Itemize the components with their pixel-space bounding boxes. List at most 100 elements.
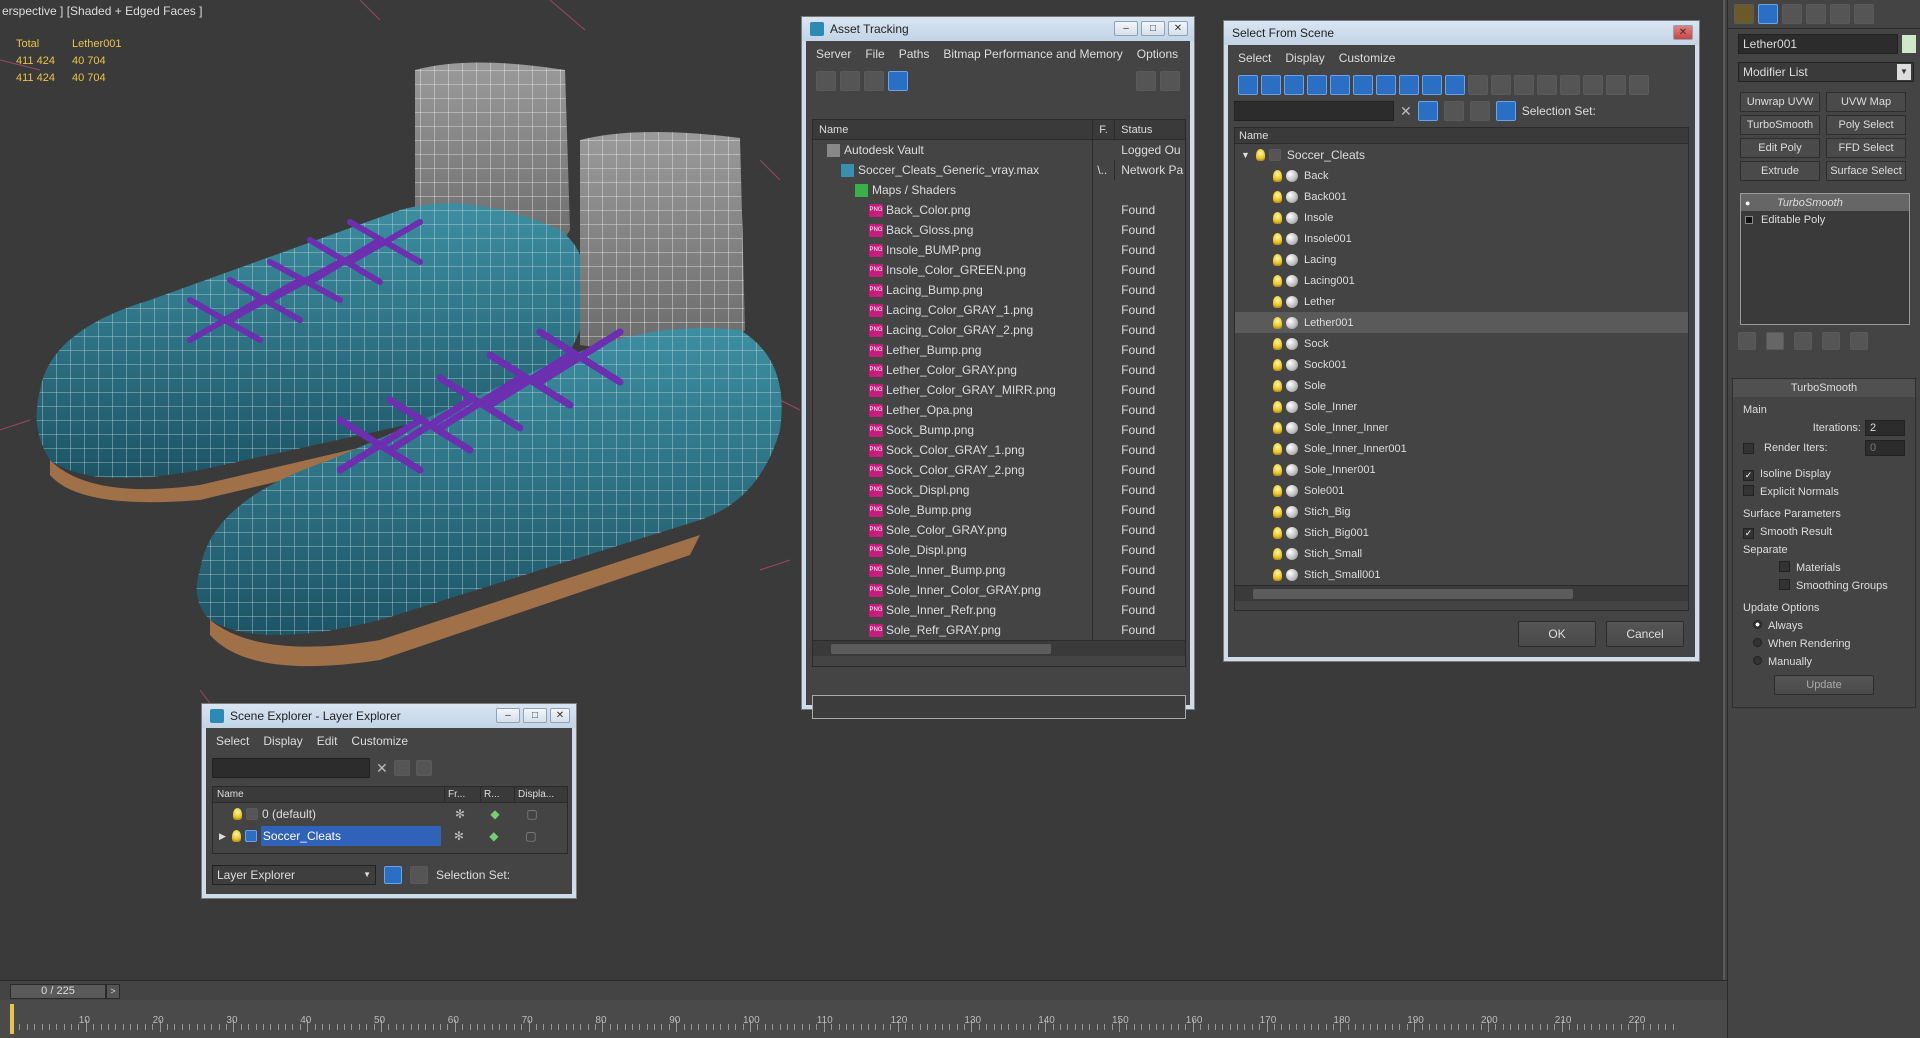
display-box-icon[interactable]: ▢ xyxy=(512,804,552,824)
filter-groups-icon[interactable] xyxy=(1376,75,1396,95)
modifier-button[interactable]: FFD Select xyxy=(1826,138,1906,158)
help-icon[interactable] xyxy=(1136,71,1156,91)
modifier-button[interactable]: Surface Select xyxy=(1826,161,1906,181)
remove-modifier-icon[interactable] xyxy=(1822,332,1840,350)
select-invert-icon[interactable] xyxy=(1560,75,1580,95)
refresh-icon[interactable] xyxy=(816,71,836,91)
scene-object-row[interactable]: Sole xyxy=(1235,375,1688,396)
pin-stack-icon[interactable] xyxy=(1738,332,1756,350)
asset-row[interactable]: PNG Sole_Color_GRAY.png Found xyxy=(813,520,1185,540)
light-bulb-icon[interactable] xyxy=(1273,421,1282,434)
asset-row[interactable]: PNG Insole_Color_GREEN.png Found xyxy=(813,260,1185,280)
filter-lights-icon[interactable] xyxy=(1284,75,1304,95)
light-bulb-icon[interactable] xyxy=(1273,400,1282,413)
asset-row[interactable]: PNG Sock_Bump.png Found xyxy=(813,420,1185,440)
asset-row[interactable]: Maps / Shaders xyxy=(813,180,1185,200)
light-bulb-icon[interactable] xyxy=(1273,463,1282,476)
asset-row[interactable]: Soccer_Cleats_Generic_vray.max \.. Network… xyxy=(813,160,1185,180)
clear-search-icon[interactable]: ✕ xyxy=(376,760,388,777)
light-bulb-icon[interactable] xyxy=(1273,484,1282,497)
scene-object-row[interactable]: Lether001 xyxy=(1235,312,1688,333)
light-bulb-icon[interactable] xyxy=(1273,442,1282,455)
filter-cameras-icon[interactable] xyxy=(1307,75,1327,95)
scene-object-row[interactable]: Lether xyxy=(1235,291,1688,312)
asset-row[interactable]: PNG Lacing_Bump.png Found xyxy=(813,280,1185,300)
explorer-mode-dropdown[interactable]: Layer Explorer ▼ xyxy=(212,865,376,885)
find-case-icon[interactable] xyxy=(1443,101,1464,121)
filter-funnel-icon[interactable] xyxy=(1583,75,1603,95)
asset-row[interactable]: PNG Lether_Color_GRAY_MIRR.png Found xyxy=(813,380,1185,400)
scene-object-row[interactable]: Stich_Big001 xyxy=(1235,522,1688,543)
column-renderable[interactable]: R... xyxy=(481,787,515,802)
scene-object-row[interactable]: Insole xyxy=(1235,207,1688,228)
viewport-label[interactable]: erspective ] [Shaded + Edged Faces ] xyxy=(2,4,202,18)
light-bulb-icon[interactable] xyxy=(1273,169,1282,182)
find-icon[interactable] xyxy=(393,760,410,776)
scene-object-row[interactable]: Sole001 xyxy=(1235,480,1688,501)
column-name[interactable]: Name xyxy=(213,787,445,802)
menu-customize[interactable]: Customize xyxy=(351,732,408,750)
filter-geometry-icon[interactable] xyxy=(1238,75,1258,95)
rollout-title[interactable]: TurboSmooth xyxy=(1733,379,1915,397)
minimize-button[interactable]: – xyxy=(496,708,520,723)
filter-shapes-icon[interactable] xyxy=(1261,75,1281,95)
light-bulb-icon[interactable] xyxy=(1273,295,1282,308)
light-bulb-icon[interactable] xyxy=(1255,148,1265,161)
select-none-icon[interactable] xyxy=(1537,75,1557,95)
filter-find-icon[interactable] xyxy=(1417,101,1438,121)
modifier-button[interactable]: TurboSmooth xyxy=(1740,115,1820,135)
scene-root-row[interactable]: ▼ Soccer_Cleats xyxy=(1235,144,1688,165)
render-teapot-icon[interactable]: ◆ xyxy=(478,804,512,824)
layers-icon[interactable] xyxy=(1469,101,1490,121)
column-display[interactable]: Displa... xyxy=(515,787,565,802)
select-all-icon[interactable] xyxy=(1514,75,1534,95)
explicit-normals-checkbox[interactable] xyxy=(1743,485,1754,496)
column-frozen[interactable]: Fr... xyxy=(445,787,481,802)
collapse-arrow-icon[interactable]: ▼ xyxy=(1241,145,1250,165)
light-bulb-icon[interactable] xyxy=(231,830,241,842)
layer-row-soccer-cleats[interactable]: ▶ Soccer_Cleats ✻ ◆ ▢ xyxy=(213,825,567,847)
time-slider-thumb[interactable]: 0 / 225 xyxy=(10,984,106,999)
cancel-button[interactable]: Cancel xyxy=(1606,621,1684,647)
menu-select[interactable]: Select xyxy=(216,732,249,750)
freeze-icon[interactable]: ✻ xyxy=(441,826,477,846)
scene-explorer-titlebar[interactable]: Scene Explorer - Layer Explorer – □ ✕ xyxy=(202,704,576,728)
menu-bitmap-performance[interactable]: Bitmap Performance and Memory xyxy=(943,45,1122,63)
stack-item-turbosmooth[interactable]: ● TurboSmooth xyxy=(1741,194,1909,211)
light-bulb-icon[interactable] xyxy=(1273,253,1282,266)
light-bulb-icon[interactable] xyxy=(1273,526,1282,539)
close-button[interactable]: ✕ xyxy=(1168,21,1188,36)
track-bar[interactable]: 10 20 30 40 50 60 70 80 90 100 110 120 130 140 150 160 1… xyxy=(0,1000,1727,1038)
filter-spacewarps-icon[interactable] xyxy=(1353,75,1373,95)
menu-display[interactable]: Display xyxy=(263,732,302,750)
list-view-icon[interactable] xyxy=(840,71,860,91)
column-full-path[interactable]: F. xyxy=(1093,120,1116,139)
iterations-spinner[interactable]: 2 xyxy=(1865,420,1905,436)
minimize-button[interactable]: – xyxy=(1114,21,1138,36)
smoothing-groups-checkbox[interactable] xyxy=(1779,579,1790,590)
asset-row[interactable]: PNG Lacing_Color_GRAY_2.png Found xyxy=(813,320,1185,340)
light-bulb-icon[interactable] xyxy=(1273,232,1282,245)
thumbnail-view-icon[interactable] xyxy=(864,71,884,91)
light-bulb-icon[interactable] xyxy=(233,808,242,820)
asset-row[interactable]: PNG Sole_Inner_Color_GRAY.png Found xyxy=(813,580,1185,600)
light-bulb-icon[interactable] xyxy=(1273,568,1282,581)
update-always-radio[interactable] xyxy=(1753,620,1762,629)
smooth-result-checkbox[interactable]: ✓ xyxy=(1743,528,1754,539)
close-button[interactable]: ✕ xyxy=(550,708,570,723)
display-children-icon[interactable] xyxy=(1606,75,1626,95)
layer-view-icon[interactable] xyxy=(384,866,402,884)
asset-row[interactable]: PNG Sole_Bump.png Found xyxy=(813,500,1185,520)
scene-object-row[interactable]: Back xyxy=(1235,165,1688,186)
make-unique-icon[interactable] xyxy=(1794,332,1812,350)
settings-icon[interactable] xyxy=(1160,71,1180,91)
explorer-search-input[interactable] xyxy=(212,758,370,778)
modifier-button[interactable]: Unwrap UVW xyxy=(1740,92,1820,112)
light-bulb-icon[interactable] xyxy=(1273,379,1282,392)
asset-row[interactable]: Autodesk Vault Logged Ou xyxy=(813,140,1185,160)
light-bulb-icon[interactable] xyxy=(1273,274,1282,287)
expand-box-icon[interactable] xyxy=(1745,215,1753,224)
menu-options[interactable]: Options xyxy=(1137,45,1178,63)
asset-row[interactable]: PNG Back_Gloss.png Found xyxy=(813,220,1185,240)
display-tab-icon[interactable] xyxy=(1830,4,1850,24)
